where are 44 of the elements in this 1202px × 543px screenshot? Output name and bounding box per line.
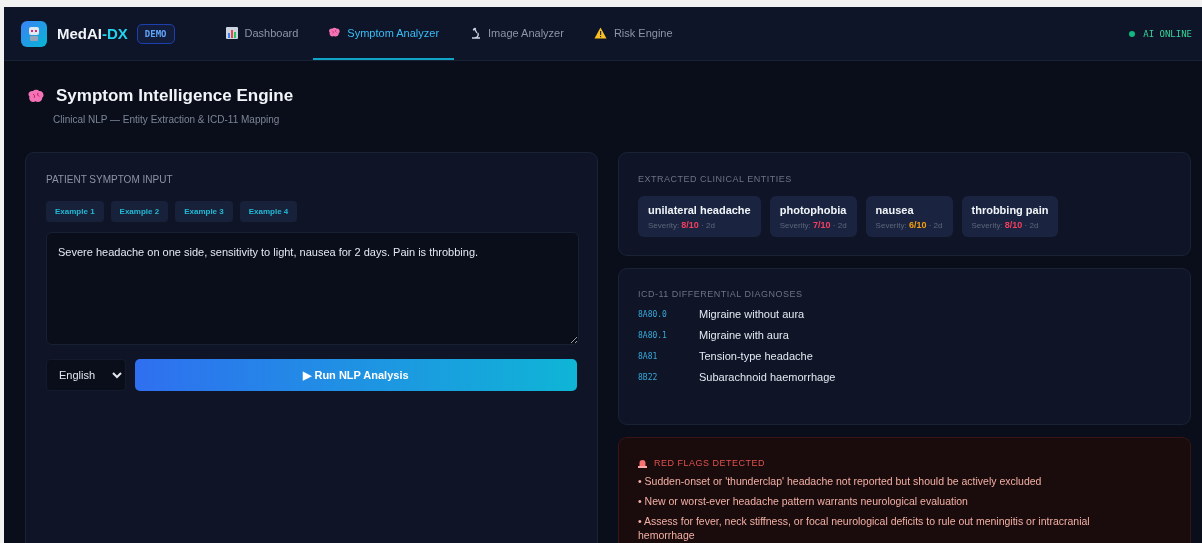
section-heading: RED FLAGS DETECTED xyxy=(654,458,765,468)
example-button[interactable]: Example 4 xyxy=(239,201,298,222)
example-button[interactable]: Example 2 xyxy=(110,201,169,222)
bar-chart-icon xyxy=(225,26,238,39)
entity-name: nausea xyxy=(875,204,915,216)
warning-item: • Assess for fever, neck stiffness, or focal neurological deficits to rule out meningitis or intracranial hemorrhage xyxy=(638,514,1091,542)
nav-tab[interactable]: Image Analyzer xyxy=(454,7,579,60)
icd-code: 8A81 xyxy=(638,351,659,361)
page-subtitle: Clinical NLP — Entity Extraction & ICD-11 Mapping xyxy=(53,114,281,125)
run-analysis-button[interactable]: ▶ Run NLP Analysis xyxy=(135,359,577,391)
brain-icon xyxy=(328,27,341,38)
diagnosis-name: Tension-type headache xyxy=(699,350,814,362)
warning-item: • New or worst-ever headache pattern warrants neurological evaluation xyxy=(638,494,969,508)
nav-tab[interactable]: Dashboard xyxy=(210,7,314,60)
microscope-icon xyxy=(469,26,482,39)
brain-icon xyxy=(27,88,44,104)
app-name: MedAI-DX xyxy=(57,25,128,42)
diagnosis-name: Subarachnoid haemorrhage xyxy=(699,371,836,383)
entity-name: photophobia xyxy=(779,204,847,216)
severity-text: Severity: 8/10 · 2d xyxy=(971,220,1040,230)
severity-text: Severity: 6/10 · 2d xyxy=(875,220,943,230)
nav-tab[interactable]: Symptom Analyzer xyxy=(313,7,455,60)
section-heading: EXTRACTED CLINICAL ENTITIES xyxy=(638,174,793,184)
page-title: Symptom Intelligence Engine xyxy=(56,86,294,106)
warning-item: • Sudden-onset or 'thunderclap' headache not reported but should be actively excluded xyxy=(638,474,1043,488)
diagnosis-name: Migraine without aura xyxy=(699,308,806,320)
symptom-text-field[interactable]: Severe headache on one side, sensitivity to light, nausea for 2 days. Pain is throbbing. xyxy=(46,232,579,345)
icd-code: 8B22 xyxy=(638,372,659,382)
icd-code: 8A80.1 xyxy=(638,330,668,340)
warning-icon xyxy=(593,26,607,39)
diagnosis-name: Migraine with aura xyxy=(699,329,790,341)
section-heading: PATIENT SYMPTOM INPUT xyxy=(46,174,174,185)
example-button[interactable]: Example 3 xyxy=(175,201,233,222)
language-select[interactable]: English xyxy=(46,359,126,391)
entity-name: throbbing pain xyxy=(971,204,1049,216)
icd-code: 8A80.0 xyxy=(638,309,668,319)
robot-logo-icon xyxy=(21,20,47,47)
nav-tab[interactable]: Risk Engine xyxy=(578,7,688,60)
demo-badge: DEMO xyxy=(136,23,175,44)
section-heading: ICD-11 DIFFERENTIAL DIAGNOSES xyxy=(638,289,804,299)
status-label: AI ONLINE xyxy=(1143,28,1192,39)
entity-name: unilateral headache xyxy=(648,204,751,216)
siren-icon xyxy=(638,458,647,468)
example-button[interactable]: Example 1 xyxy=(46,201,104,222)
